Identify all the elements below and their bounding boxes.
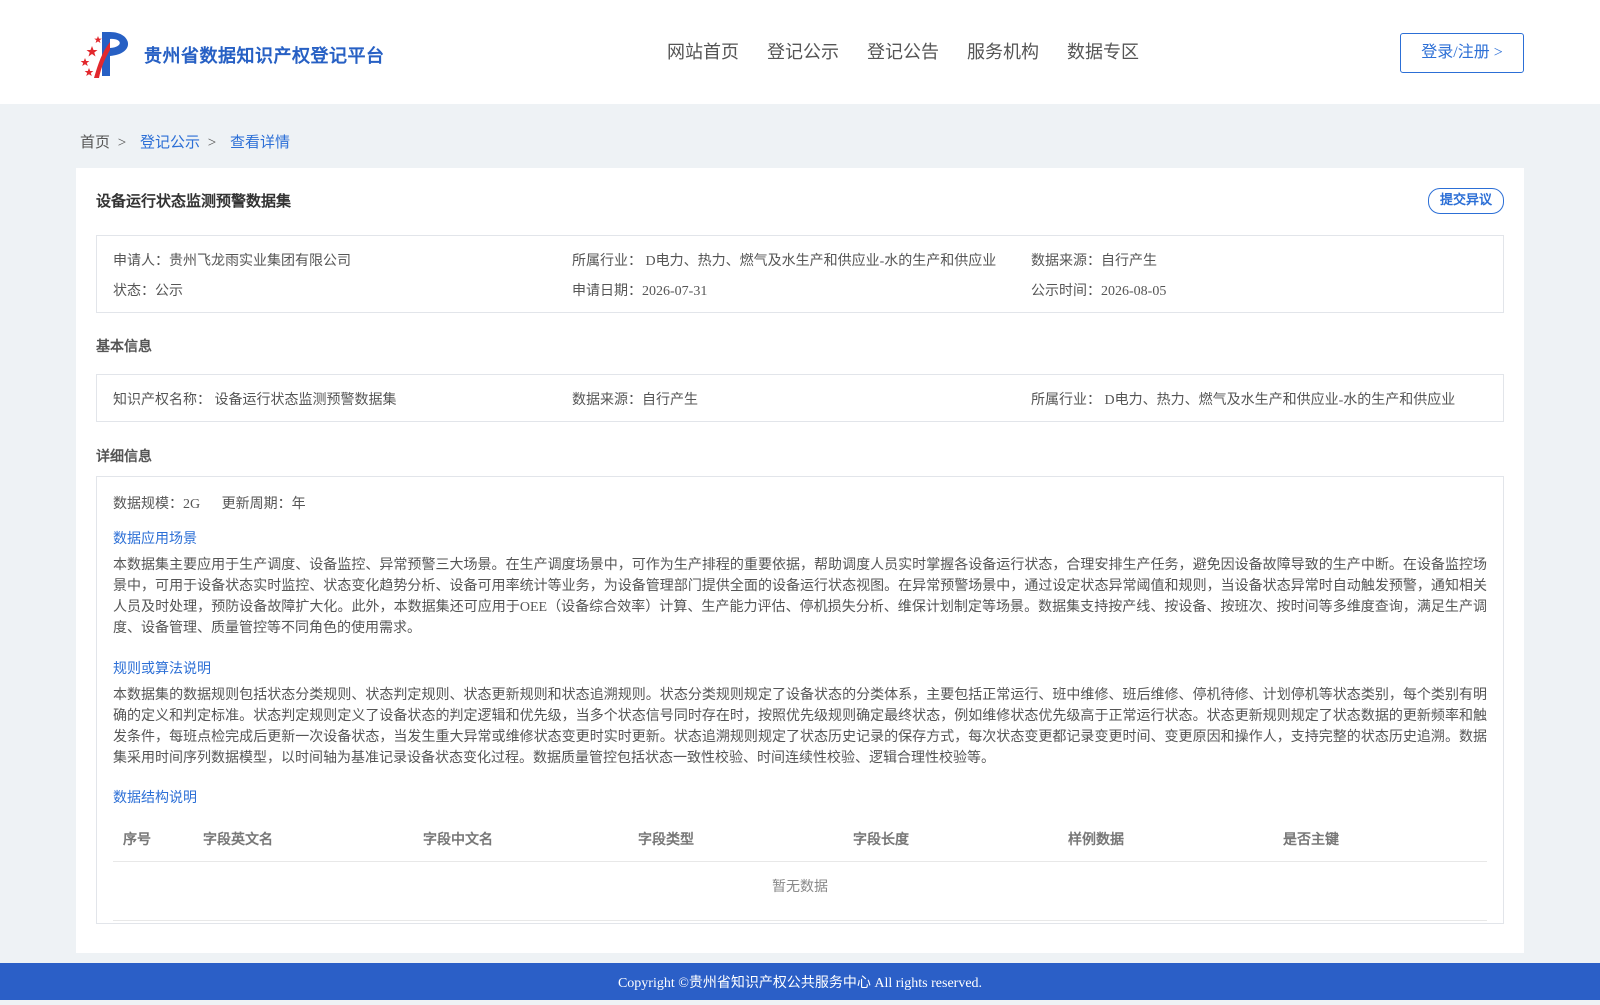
scenario-text: 本数据集主要应用于生产调度、设备监控、异常预警三大场景。在生产调度场景中，可作为… [113,558,1487,636]
table-divider [113,861,1487,862]
scenario-title: 数据应用场景 [113,532,197,547]
main-nav: 网站首页 登记公示 登记公告 服务机构 数据专区 [667,38,1139,64]
submit-objection-button[interactable]: 提交异议 [1428,188,1504,214]
detail-info-box: 数据规模：2G 更新周期：年 数据应用场景 本数据集主要应用于生产调度、设备监控… [96,476,1504,924]
dataset-title: 设备运行状态监测预警数据集 [96,192,292,210]
table-empty-text: 暂无数据 [772,880,828,895]
basic-info-title: 基本信息 [96,339,152,355]
update-cycle: 更新周期：年 [221,497,306,512]
site-title[interactable]: 贵州省数据知识产权登记平台 [144,42,385,68]
column-header-index: 序号 [123,832,151,848]
basic-info-box: 知识产权名称： 设备运行状态监测预警数据集 数据来源：自行产生 所属行业： D电… [96,374,1504,422]
status: 状态：公示 [113,284,183,299]
detail-panel: 设备运行状态监测预警数据集 提交异议 申请人：贵州飞龙雨实业集团有限公司 所属行… [76,168,1524,953]
footer: Copyright ©贵州省知识产权公共服务中心 All rights rese… [0,963,1600,1000]
column-header-field-cn: 字段中文名 [423,832,493,848]
login-register-button[interactable]: 登录/注册 > [1400,33,1524,73]
nav-item-service-agencies[interactable]: 服务机构 [967,38,1039,64]
breadcrumb-publicity[interactable]: 登记公示 [140,135,200,151]
data-source: 数据来源：自行产生 [1031,254,1157,269]
column-header-sample: 样例数据 [1068,832,1124,848]
column-header-field-type: 字段类型 [638,832,694,848]
data-scale: 数据规模：2G [113,497,201,512]
breadcrumb-home[interactable]: 首页 [80,135,110,151]
detail-meta: 数据规模：2G 更新周期：年 [113,493,324,513]
column-header-primary-key: 是否主键 [1283,832,1339,848]
platform-logo-icon[interactable] [80,28,138,80]
rules-text: 本数据集的数据规则包括状态分类规则、状态判定规则、状态更新规则和状态追溯规则。状… [113,688,1487,766]
nav-item-data-zone[interactable]: 数据专区 [1067,38,1139,64]
breadcrumb-separator: > [117,135,127,151]
structure-table-header: 序号 字段英文名 字段中文名 字段类型 字段长度 样例数据 是否主键 [113,817,1487,857]
footer-copyright: Copyright ©贵州省知识产权公共服务中心 All rights rese… [617,976,983,991]
breadcrumb-current: 查看详情 [229,135,290,151]
breadcrumb-separator: > [207,135,217,151]
nav-item-registration-announcement[interactable]: 登记公告 [867,38,939,64]
table-divider [113,920,1487,921]
basic-industry: 所属行业： D电力、热力、燃气及水生产和供应业-水的生产和供应业 [1031,393,1456,408]
site-header: 贵州省数据知识产权登记平台 网站首页 登记公示 登记公告 服务机构 数据专区 登… [0,0,1600,104]
summary-box: 申请人：贵州飞龙雨实业集团有限公司 所属行业： D电力、热力、燃气及水生产和供应… [96,235,1504,313]
ip-name: 知识产权名称： 设备运行状态监测预警数据集 [113,393,397,408]
apply-date: 申请日期：2026-07-31 [572,284,708,299]
detail-info-title: 详细信息 [96,449,152,465]
basic-data-source: 数据来源：自行产生 [572,393,698,408]
rules-title: 规则或算法说明 [113,662,211,677]
breadcrumb: 首页 > 登记公示 > 查看详情 [80,131,290,152]
applicant: 申请人：贵州飞龙雨实业集团有限公司 [113,254,351,269]
structure-title: 数据结构说明 [113,791,197,806]
nav-item-registration-publicity[interactable]: 登记公示 [767,38,839,64]
column-header-field-en: 字段英文名 [203,832,273,848]
nav-item-home[interactable]: 网站首页 [667,38,739,64]
industry: 所属行业： D电力、热力、燃气及水生产和供应业-水的生产和供应业 [572,254,997,269]
column-header-field-length: 字段长度 [853,832,909,848]
publish-time: 公示时间：2026-08-05 [1031,284,1167,299]
